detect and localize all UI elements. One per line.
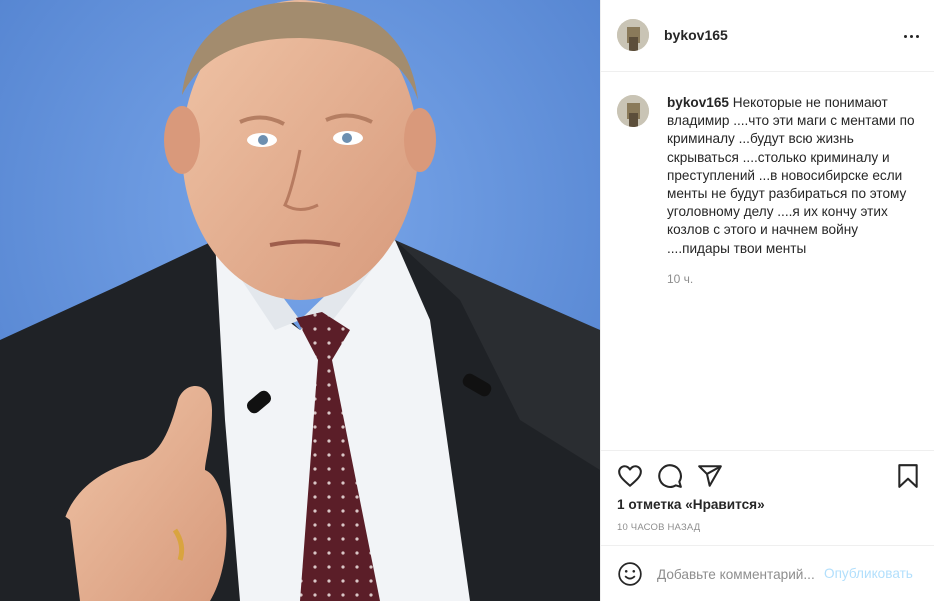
paper-plane-icon[interactable] xyxy=(697,463,723,489)
post-timestamp[interactable]: 10 часов назад xyxy=(617,522,700,533)
post-photo[interactable] xyxy=(0,0,600,601)
post-side-panel: bykov165 bykov165 Некоторые не понимают … xyxy=(600,0,934,601)
comment-icon[interactable] xyxy=(657,463,683,489)
photo-illustration xyxy=(0,0,600,601)
action-bar xyxy=(601,450,934,496)
caption-body: Некоторые не понимают владимир ....что э… xyxy=(667,95,915,256)
comment-input[interactable] xyxy=(657,563,823,585)
bookmark-icon[interactable] xyxy=(895,463,921,489)
caption-block: bykov165 Некоторые не понимают владимир … xyxy=(617,94,923,258)
caption-avatar[interactable] xyxy=(617,95,649,127)
post-header: bykov165 xyxy=(601,0,934,72)
smiley-icon[interactable] xyxy=(617,561,643,587)
caption-username[interactable]: bykov165 xyxy=(667,95,729,110)
publish-button[interactable]: Опубликовать xyxy=(824,566,913,581)
post-container: bykov165 bykov165 Некоторые не понимают … xyxy=(0,0,934,601)
caption-text: bykov165 Некоторые не понимают владимир … xyxy=(667,94,923,258)
avatar[interactable] xyxy=(617,19,649,51)
heart-icon[interactable] xyxy=(617,463,643,489)
likes-count[interactable]: 1 отметка «Нравится» xyxy=(617,497,765,512)
header-username[interactable]: bykov165 xyxy=(664,27,728,43)
more-horizontal-icon[interactable] xyxy=(901,26,921,46)
avatar-image xyxy=(617,95,649,127)
avatar-image xyxy=(617,19,649,51)
caption-time[interactable]: 10 ч. xyxy=(667,272,693,286)
comment-form: Опубликовать xyxy=(601,545,934,601)
